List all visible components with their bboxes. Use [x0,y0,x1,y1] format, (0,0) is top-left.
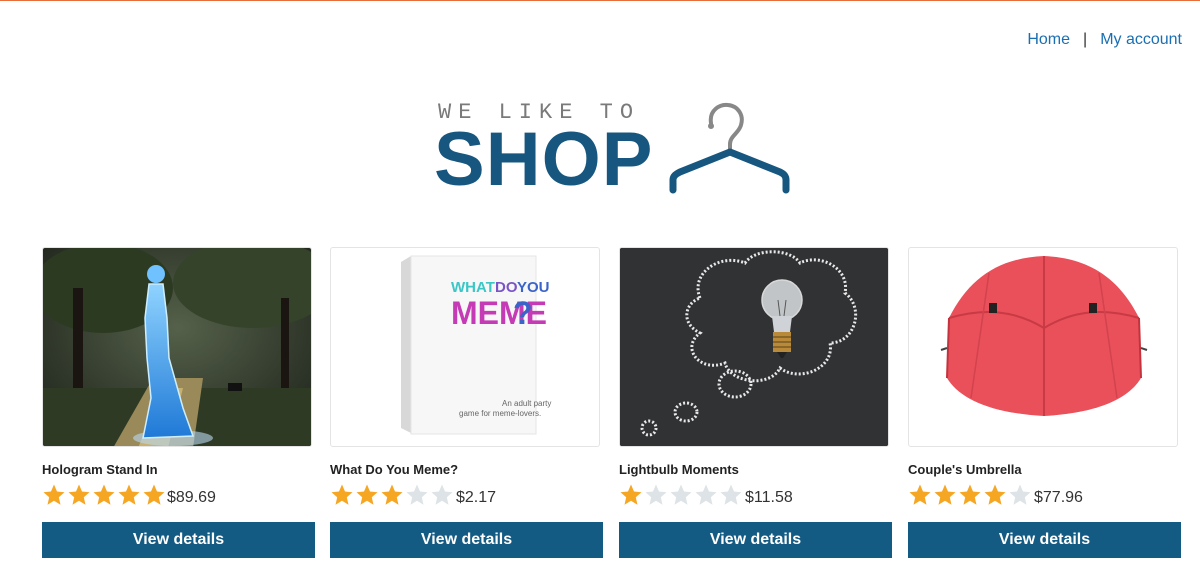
star-filled-icon [93,484,115,505]
star-filled-icon [331,484,353,505]
view-details-button[interactable]: View details [619,522,892,558]
star-filled-icon [909,484,931,505]
star-empty-icon [695,484,717,505]
product-name[interactable]: Couple's Umbrella [908,462,1022,477]
view-details-button[interactable]: View details [330,522,603,558]
nav-home-link[interactable]: Home [1027,31,1070,49]
star-empty-icon [670,484,692,505]
star-filled-icon [143,484,165,505]
star-filled-icon [620,484,642,505]
star-filled-icon [381,484,403,505]
top-accent-line [0,0,1200,1]
product-rating [619,483,744,507]
nav-my-account-link[interactable]: My account [1100,31,1182,49]
logo-title: SHOP [434,117,654,202]
star-filled-icon [934,484,956,505]
star-empty-icon [645,484,667,505]
box-word-what: WHAT [451,279,495,296]
star-filled-icon [984,484,1006,505]
product-price: $11.58 [745,489,793,506]
star-filled-icon [43,484,65,505]
site-logo[interactable]: WE LIKE TO SHOP [434,100,796,202]
star-empty-icon [431,484,453,505]
box-subtitle-2: game for meme-lovers. [459,409,541,418]
hanger-icon [669,102,790,194]
product-price: $2.17 [456,489,497,506]
star-empty-icon [406,484,428,505]
star-filled-icon [118,484,140,505]
product-image-meme-game[interactable]: WHAT DO YOU MEME ? An adult party game f… [330,247,600,447]
box-word-you: YOU [517,279,550,296]
box-question-mark: ? [513,295,533,331]
box-word-do: DO [495,279,518,296]
top-nav: Home | My account [1027,31,1182,49]
box-subtitle-1: An adult party [502,399,551,408]
product-rating [330,483,455,507]
product-price: $77.96 [1034,489,1083,506]
product-image-umbrella[interactable] [908,247,1178,447]
product-price: $89.69 [167,489,216,506]
product-image-lightbulb[interactable] [619,247,889,447]
box-word-meme: MEME [451,295,547,331]
star-empty-icon [720,484,742,505]
star-filled-icon [68,484,90,505]
view-details-button[interactable]: View details [42,522,315,558]
product-rating [908,483,1033,507]
star-empty-icon [1009,484,1031,505]
product-name[interactable]: Lightbulb Moments [619,462,739,477]
product-name[interactable]: What Do You Meme? [330,462,458,477]
view-details-button[interactable]: View details [908,522,1181,558]
star-filled-icon [356,484,378,505]
star-filled-icon [959,484,981,505]
product-rating [42,483,167,507]
nav-separator: | [1083,31,1088,48]
product-name[interactable]: Hologram Stand In [42,462,158,477]
product-image-hologram[interactable] [42,247,312,447]
